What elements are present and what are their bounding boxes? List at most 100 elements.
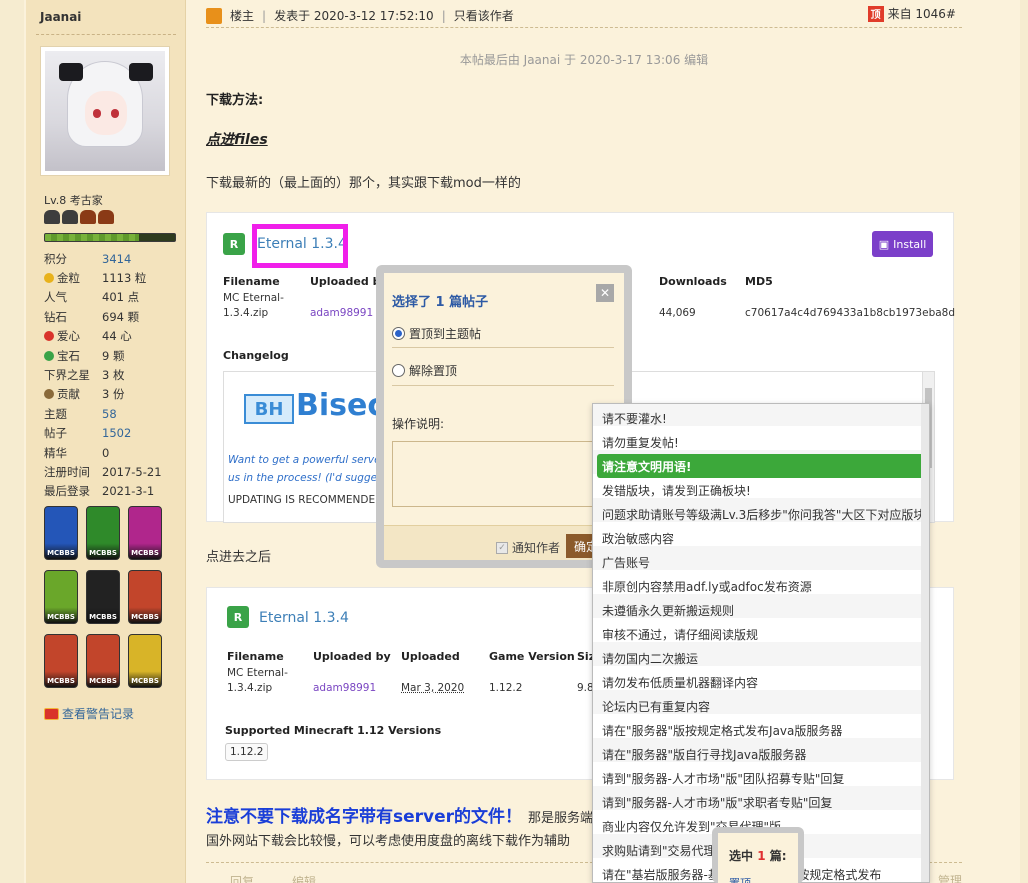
stat-label: 钻石 xyxy=(44,309,67,324)
medal-icon[interactable] xyxy=(86,506,120,560)
window-edge xyxy=(1020,0,1028,883)
reason-option[interactable]: 请勿重复发帖! xyxy=(602,434,679,451)
unpin-option-label: 解除置顶 xyxy=(409,364,458,378)
reason-option[interactable]: 请不要灌水! xyxy=(602,410,667,427)
warning-bold-text: 注意不要下载成名字带有server的文件！ xyxy=(206,807,523,827)
file-name[interactable]: MC Eternal-1.3.4.zip xyxy=(227,666,297,696)
edit-note: 本帖最后由 Jaanai 于 2020-3-17 13:06 编辑 xyxy=(459,53,709,67)
warning-record-label: 查看警告记录 xyxy=(62,707,135,721)
changelog-label: Changelog xyxy=(223,349,289,362)
medal-icon[interactable] xyxy=(86,570,120,624)
radio-selected-icon xyxy=(392,327,405,340)
medal-icon[interactable] xyxy=(44,570,78,624)
reason-option[interactable]: 未遵循永久更新搬运规则 xyxy=(602,602,734,619)
reason-dropdown: 请不要灌水! 请勿重复发帖! 请注意文明用语! 发错版块，请发到正确板块! 问题求助请账… xyxy=(592,403,930,883)
pin-action-link[interactable]: 置顶 xyxy=(729,875,751,883)
unpin-option[interactable]: 解除置顶 xyxy=(392,362,457,379)
paragraph-download: 下载最新的（最上面的）那个，其实跟下载mod一样的 xyxy=(206,176,521,191)
manage-link[interactable]: 管理 xyxy=(938,872,962,883)
col-uploaded: Uploaded xyxy=(401,650,460,663)
warning-card-icon xyxy=(44,707,59,720)
level-stars xyxy=(44,210,114,224)
reason-option[interactable]: 请勿发布低质量机器翻译内容 xyxy=(602,674,758,691)
medal-icon[interactable] xyxy=(44,634,78,688)
stat-value: 3 份 xyxy=(102,387,125,402)
stat-label: 注册时间 xyxy=(44,464,90,479)
reason-option[interactable]: 审核不通过，请仔细阅读版规 xyxy=(602,626,758,643)
reason-option[interactable]: 论坛内已有重复内容 xyxy=(602,698,710,715)
author-name[interactable]: Jaanai xyxy=(40,10,81,24)
medal-icon[interactable] xyxy=(44,506,78,560)
stat-value[interactable]: 58 xyxy=(102,407,117,421)
notify-author-checkbox[interactable]: ✓ 通知作者 xyxy=(496,539,560,556)
uploader-link[interactable]: adam98991 xyxy=(310,306,373,321)
moderation-dialog-body: 选择了 1 篇帖子 ✕ 置顶到主题帖 解除置顶 操作说明: ✓ 通知作者 确定 xyxy=(384,273,624,560)
stat-row: 帖子 1502 xyxy=(44,424,184,443)
reason-option[interactable]: 请到"服务器-人才市场"版"求职者专贴"回复 xyxy=(602,794,832,811)
install-label: Install xyxy=(893,237,927,251)
col-game-version: Game Version xyxy=(489,650,575,663)
top-floor-icon: 顶 xyxy=(867,5,884,22)
reason-option[interactable]: 广告账号 xyxy=(602,554,650,571)
stat-label: 帖子 xyxy=(44,426,67,441)
stat-row: 最后登录 2021-3-1 xyxy=(44,482,184,501)
warning-rest-text: 那是服务端 xyxy=(527,811,593,826)
stat-value: 3 枚 xyxy=(102,368,125,383)
download-heading: 下载方法: xyxy=(206,93,264,108)
install-button[interactable]: ▣ Install xyxy=(872,231,933,257)
stat-label: 金粒 xyxy=(57,271,80,286)
reason-option[interactable]: 请到"服务器-人才市场"版"团队招募专贴"回复 xyxy=(602,770,844,787)
twitch-icon: ▣ xyxy=(878,237,890,251)
reply-link[interactable]: 回复 xyxy=(230,873,254,883)
stat-value: 1113 粒 xyxy=(102,271,147,286)
files-link[interactable]: 点进files xyxy=(206,129,268,149)
medal-icon[interactable] xyxy=(128,506,162,560)
stat-value: 2021-3-1 xyxy=(102,484,155,499)
game-version: 1.12.2 xyxy=(489,682,523,694)
stat-icon xyxy=(44,389,54,400)
dialog-footer: ✓ 通知作者 确定 xyxy=(384,525,624,560)
only-author-link[interactable]: 只看该作者 xyxy=(454,7,514,24)
stat-label: 宝石 xyxy=(57,348,80,363)
stat-icon xyxy=(44,273,54,284)
operation-note-textarea[interactable] xyxy=(392,441,614,507)
reason-option[interactable]: 请勿国内二次搬运 xyxy=(602,650,698,667)
release-badge: R xyxy=(227,606,249,628)
medal-icon[interactable] xyxy=(128,634,162,688)
user-level[interactable]: Lv.8 考古家 xyxy=(44,192,103,208)
download-count: 44,069 xyxy=(659,307,696,319)
stat-value[interactable]: 3414 xyxy=(102,252,131,266)
dropdown-scrollbar[interactable] xyxy=(921,404,929,882)
pin-option-label: 置顶到主题帖 xyxy=(409,327,482,341)
release-badge: R xyxy=(223,233,245,255)
medal-icon[interactable] xyxy=(128,570,162,624)
from-floor[interactable]: 顶 来自 1046# xyxy=(867,5,956,22)
supported-versions-label: Supported Minecraft 1.12 Versions xyxy=(225,724,442,737)
upload-date: Mar 3, 2020 xyxy=(401,682,465,694)
reason-option[interactable]: 请注意文明用语! xyxy=(597,454,927,478)
reason-option[interactable]: 政治敏感内容 xyxy=(602,530,674,547)
stat-value: 9 颗 xyxy=(102,348,125,363)
avatar[interactable] xyxy=(40,46,170,176)
medal-icon[interactable] xyxy=(86,634,120,688)
warning-record-link[interactable]: 查看警告记录 xyxy=(44,705,134,722)
file-name[interactable]: MC Eternal-1.3.4.zip xyxy=(223,291,293,321)
stat-value: 694 颗 xyxy=(102,309,140,324)
reason-option[interactable]: 非原创内容禁用adf.ly或adfoc发布资源 xyxy=(602,578,812,595)
posted-at: 发表于 2020-3-12 17:52:10 xyxy=(274,9,434,23)
file-title[interactable]: Eternal 1.3.4 xyxy=(259,610,349,626)
stat-label: 下界之星 xyxy=(44,368,90,383)
pin-option[interactable]: 置顶到主题帖 xyxy=(392,325,481,342)
stat-icon xyxy=(44,331,54,342)
uploader-link[interactable]: adam98991 xyxy=(313,681,376,696)
col-downloads: Downloads xyxy=(659,275,727,288)
close-icon[interactable]: ✕ xyxy=(596,284,614,302)
reason-option[interactable]: 问题求助请账号等级满Lv.3后移步"你问我答"大区下对应版块 xyxy=(602,506,925,523)
reason-option[interactable]: 请在"服务器"版按规定格式发布Java版服务器 xyxy=(602,722,842,739)
medal-grid xyxy=(44,506,174,688)
stat-label: 积分 xyxy=(44,251,67,266)
reason-option[interactable]: 请在"服务器"版自行寻找Java版服务器 xyxy=(602,746,806,763)
stat-value[interactable]: 1502 xyxy=(102,426,131,440)
edit-link[interactable]: 编辑 xyxy=(292,873,316,883)
reason-option[interactable]: 发错版块，请发到正确板块! xyxy=(602,482,751,499)
